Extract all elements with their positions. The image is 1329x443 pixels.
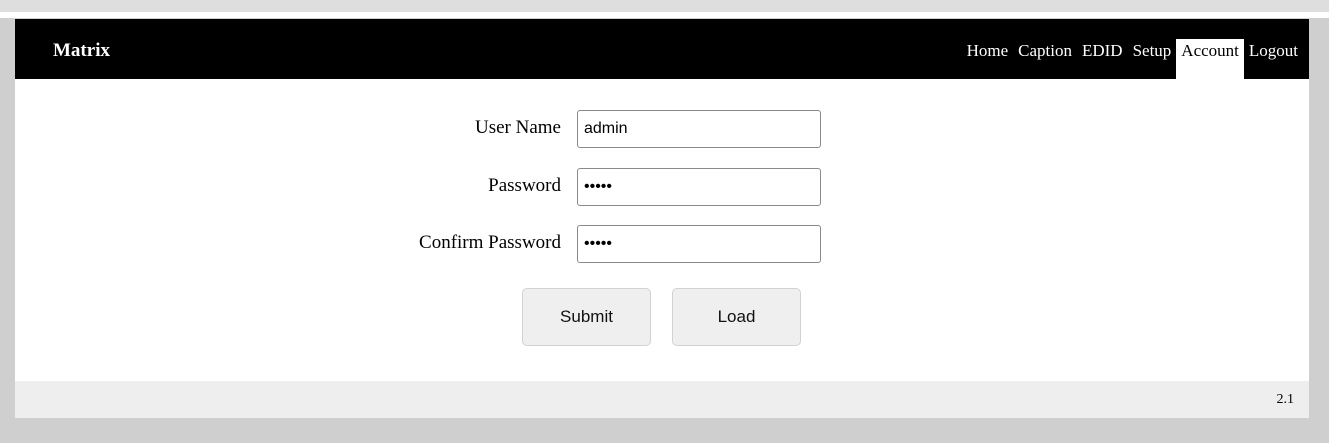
nav-item-account[interactable]: Account [1176,39,1244,79]
password-input[interactable] [577,168,821,206]
username-label: User Name [475,117,561,138]
nav-item-edid[interactable]: EDID [1077,39,1128,79]
confirm-password-label: Confirm Password [419,232,561,253]
navbar: Matrix Home Caption EDID Setup Account L… [15,19,1309,79]
confirm-password-row: Confirm Password [15,225,1309,263]
nav-item-caption[interactable]: Caption [1013,39,1077,79]
username-input[interactable] [577,110,821,148]
password-label: Password [488,175,561,196]
load-button[interactable]: Load [672,288,801,346]
nav-item-setup[interactable]: Setup [1128,39,1177,79]
top-gap [0,12,1329,18]
password-row: Password [15,168,1309,206]
confirm-password-input[interactable] [577,225,821,263]
page-container: Matrix Home Caption EDID Setup Account L… [15,19,1309,418]
version-text: 2.1 [1276,392,1295,407]
nav-item-home[interactable]: Home [962,39,1014,79]
browser-top-strip [0,0,1329,12]
submit-button[interactable]: Submit [522,288,651,346]
nav-menu: Home Caption EDID Setup Account Logout [962,39,1303,79]
brand-title: Matrix [53,40,110,61]
footer: 2.1 [15,381,1309,418]
form-buttons: Submit Load [15,288,1309,346]
nav-item-logout[interactable]: Logout [1244,39,1303,79]
username-row: User Name [15,110,1309,148]
